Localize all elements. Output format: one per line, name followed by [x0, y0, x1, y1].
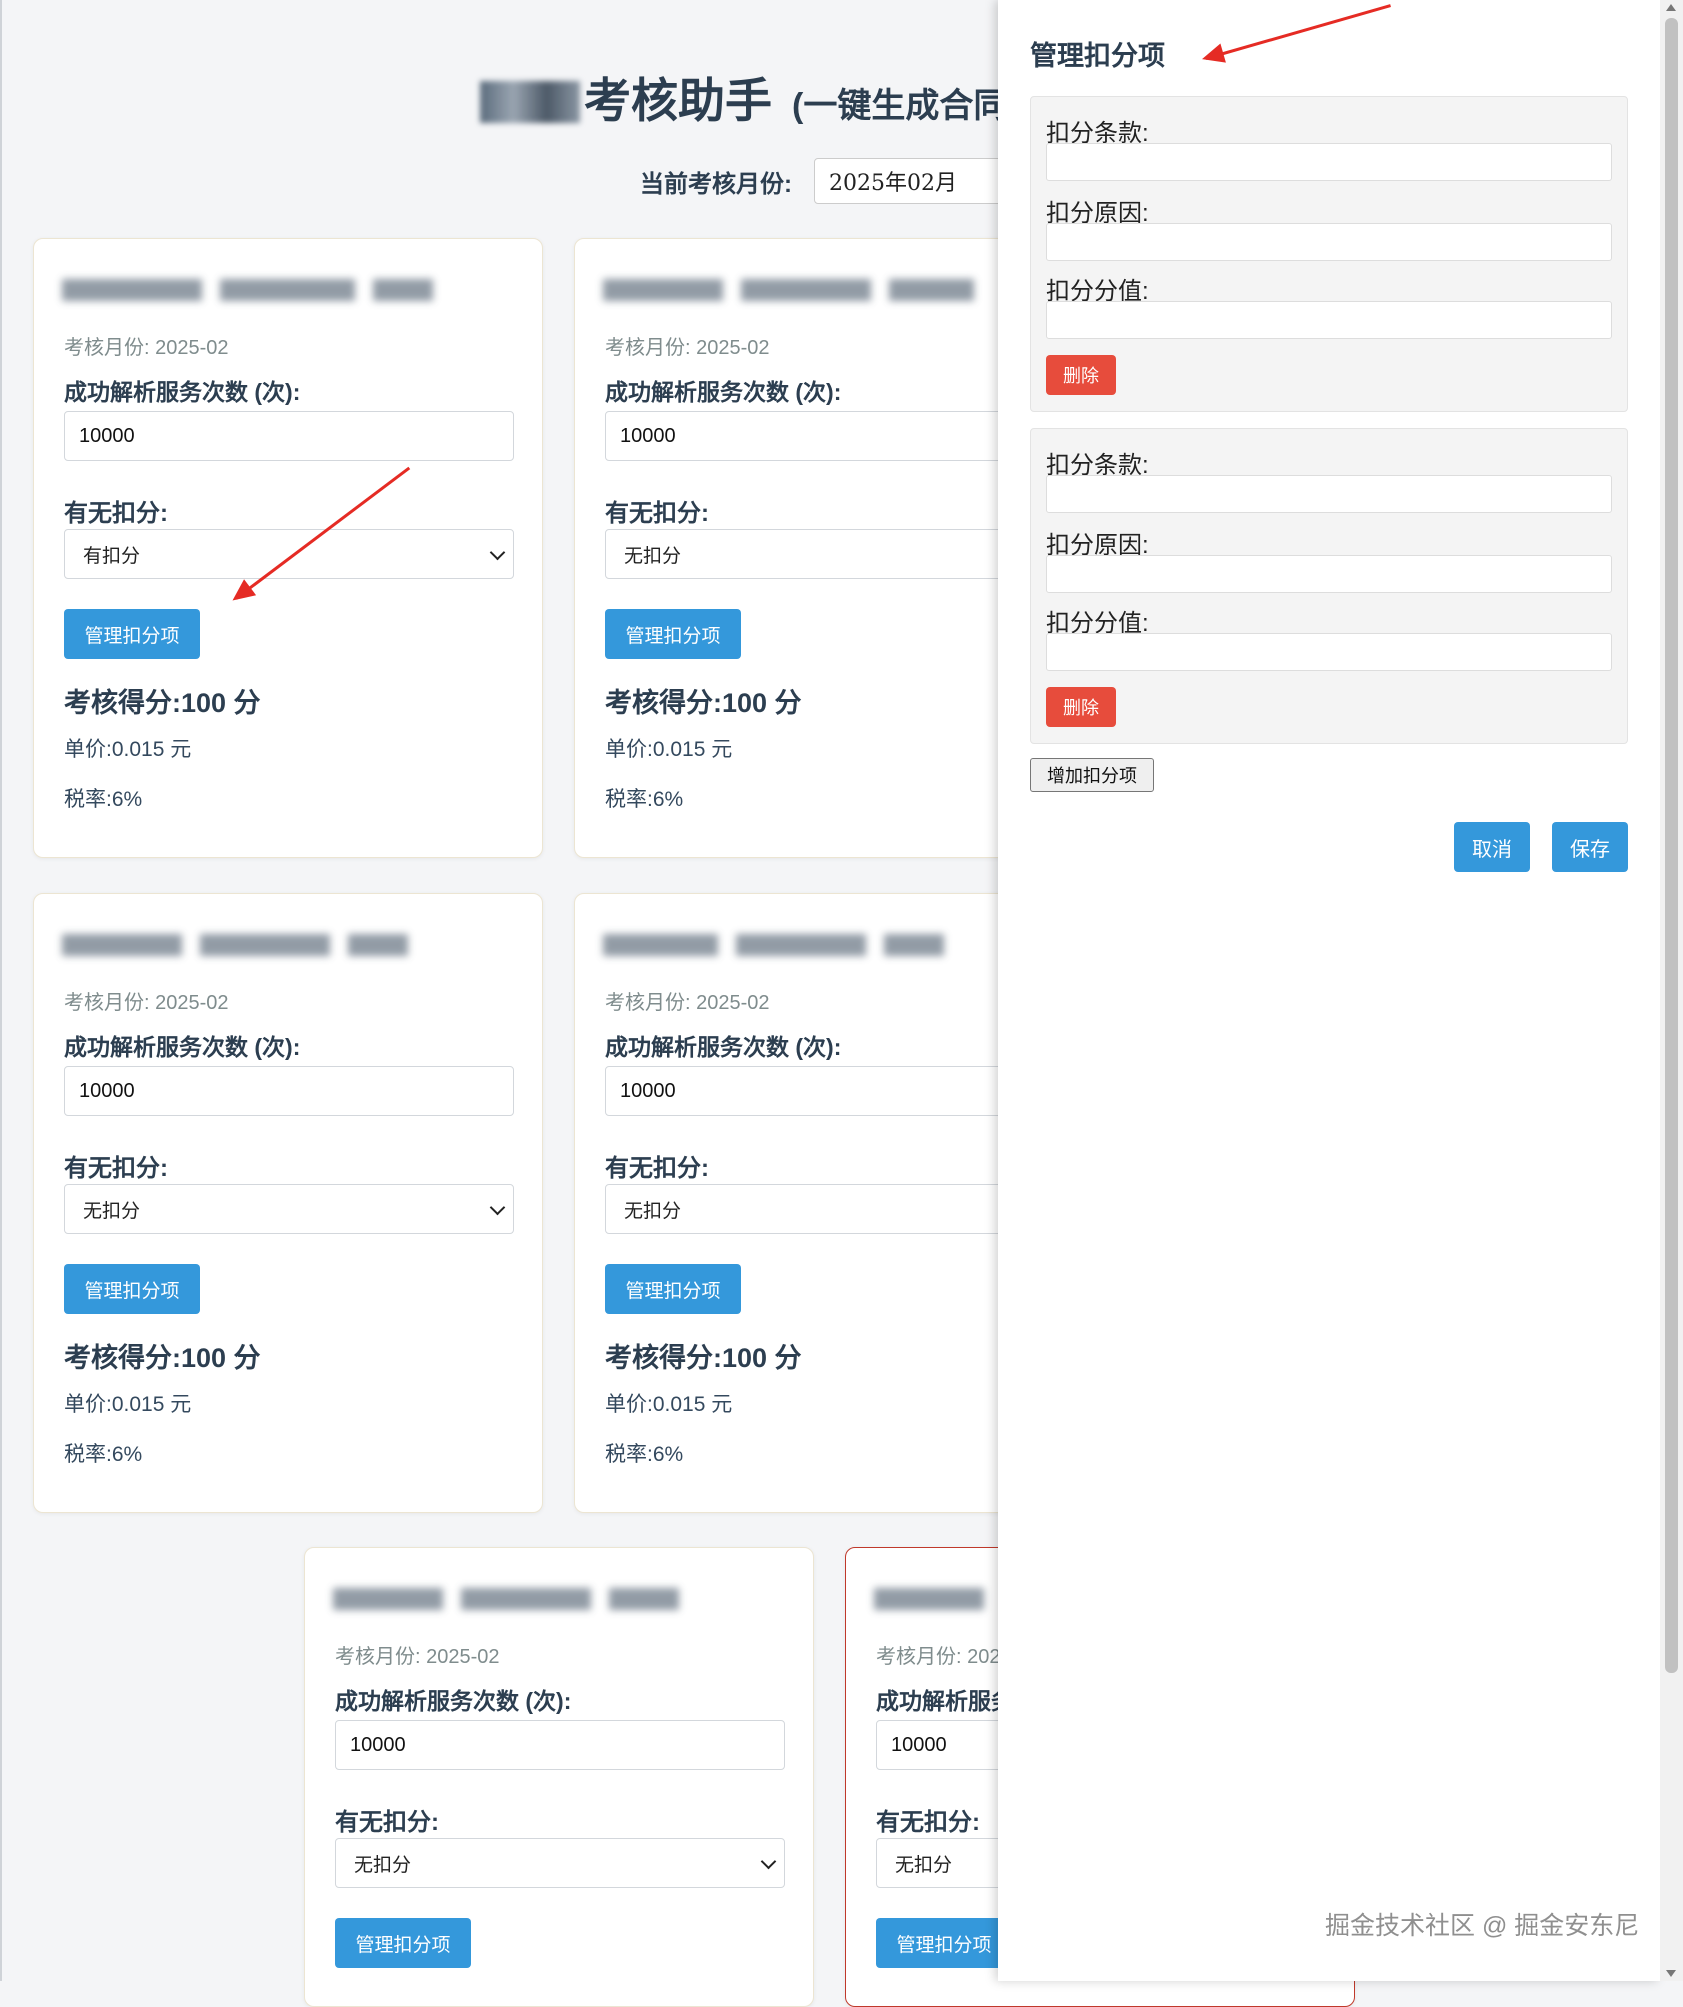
count-input[interactable]: 10000	[335, 1720, 785, 1770]
value-input[interactable]	[1046, 633, 1612, 671]
score-text: 考核得分:100 分	[64, 688, 261, 718]
score-text: 考核得分:100 分	[605, 688, 802, 718]
deduction-value: 无扣分	[354, 1854, 412, 1876]
count-input[interactable]: 10000	[64, 1066, 514, 1116]
contract-card: 考核月份: 2025-02 成功解析服务次数 (次): 10000 有无扣分: …	[304, 1547, 814, 2007]
redacted-card-name	[603, 275, 974, 305]
deduction-label: 有无扣分:	[64, 500, 168, 527]
reason-input[interactable]	[1046, 223, 1612, 261]
deduction-value: 无扣分	[624, 545, 682, 567]
watermark: 掘金技术社区 @ 掘金安东尼	[1325, 1912, 1640, 1940]
add-deduction-button[interactable]: 增加扣分项	[1030, 758, 1154, 792]
redacted-title-prefix	[480, 81, 580, 123]
deduction-select[interactable]: 无扣分	[64, 1184, 514, 1234]
deduction-label: 有无扣分:	[605, 500, 709, 527]
manage-deductions-panel: 管理扣分项 扣分条款: 扣分原因: 扣分分值: 删除 扣分条款: 扣分原因: 扣…	[998, 0, 1660, 1981]
deduction-value: 无扣分	[83, 1200, 141, 1222]
redacted-card-name	[874, 1584, 984, 1614]
manage-deductions-button[interactable]: 管理扣分项	[605, 1264, 741, 1314]
contract-card: 考核月份: 2025-02 成功解析服务次数 (次): 10000 有无扣分: …	[33, 238, 543, 858]
month-selector: 当前考核月份: 2025年02月	[640, 158, 1034, 204]
tax-rate-text: 税率:6%	[605, 788, 684, 811]
save-button[interactable]: 保存	[1552, 822, 1628, 872]
manage-deductions-button[interactable]: 管理扣分项	[64, 609, 200, 659]
cancel-button[interactable]: 取消	[1454, 822, 1530, 872]
value-input[interactable]	[1046, 301, 1612, 339]
tax-rate-text: 税率:6%	[64, 1443, 143, 1466]
vertical-scrollbar[interactable]	[1660, 0, 1683, 1981]
delete-item-button[interactable]: 删除	[1046, 687, 1116, 727]
card-month: 考核月份: 2025-02	[335, 1646, 500, 1668]
manage-deductions-button[interactable]: 管理扣分项	[335, 1918, 471, 1968]
card-month: 考核月份: 2025-02	[64, 337, 229, 359]
count-label: 成功解析服务次数 (次):	[335, 1688, 572, 1714]
deduction-item: 扣分条款: 扣分原因: 扣分分值: 删除	[1030, 428, 1628, 744]
unit-price-text: 单价:0.015 元	[605, 738, 733, 761]
chevron-down-icon	[489, 1199, 506, 1216]
deduction-label: 有无扣分:	[876, 1809, 980, 1836]
contract-card: 考核月份: 2025-02 成功解析服务次数 (次): 10000 有无扣分: …	[33, 893, 543, 1513]
score-text: 考核得分:100 分	[64, 1343, 261, 1373]
deduction-select[interactable]: 无扣分	[605, 1184, 1055, 1234]
score-text: 考核得分:100 分	[605, 1343, 802, 1373]
count-label: 成功解析服务次数 (次):	[64, 1034, 301, 1060]
tax-rate-text: 税率:6%	[605, 1443, 684, 1466]
deduction-label: 有无扣分:	[64, 1155, 168, 1182]
reason-input[interactable]	[1046, 555, 1612, 593]
count-input[interactable]: 10000	[605, 411, 1055, 461]
count-label: 成功解析服务次数 (次):	[605, 1034, 842, 1060]
page-subtitle: (一键生成合同	[792, 87, 1008, 125]
deduction-value: 无扣分	[624, 1200, 682, 1222]
manage-deductions-button[interactable]: 管理扣分项	[876, 1918, 1012, 1968]
month-label: 当前考核月份:	[640, 170, 792, 198]
deduction-label: 有无扣分:	[605, 1155, 709, 1182]
card-month: 考核月份: 2025-02	[605, 337, 770, 359]
deduction-select[interactable]: 无扣分	[605, 529, 1055, 579]
count-input[interactable]: 10000	[605, 1066, 1055, 1116]
clause-input[interactable]	[1046, 143, 1612, 181]
redacted-card-name	[603, 930, 944, 960]
deduction-label: 有无扣分:	[335, 1809, 439, 1836]
clause-input[interactable]	[1046, 475, 1612, 513]
deduction-value: 无扣分	[895, 1854, 953, 1876]
month-value: 2025年02月	[829, 171, 957, 196]
deduction-item: 扣分条款: 扣分原因: 扣分分值: 删除	[1030, 96, 1628, 412]
page-title: 考核助手 (一键生成合同	[480, 62, 1007, 131]
unit-price-text: 单价:0.015 元	[605, 1393, 733, 1416]
scroll-thumb[interactable]	[1665, 18, 1678, 1673]
redacted-card-name	[333, 1584, 679, 1614]
count-label: 成功解析服务次数 (次):	[64, 379, 301, 405]
scroll-up-icon[interactable]	[1666, 4, 1676, 11]
tax-rate-text: 税率:6%	[64, 788, 143, 811]
count-label: 成功解析服务次数 (次):	[605, 379, 842, 405]
chevron-down-icon	[760, 1853, 777, 1870]
card-month: 考核月份: 2025-02	[64, 992, 229, 1014]
scroll-down-icon[interactable]	[1666, 1970, 1676, 1977]
deduction-value: 有扣分	[83, 545, 141, 567]
redacted-card-name	[62, 930, 408, 960]
manage-deductions-button[interactable]: 管理扣分项	[64, 1264, 200, 1314]
chevron-down-icon	[489, 544, 506, 561]
page-title-text: 考核助手	[584, 74, 772, 127]
delete-item-button[interactable]: 删除	[1046, 355, 1116, 395]
deduction-select[interactable]: 无扣分	[335, 1838, 785, 1888]
count-input[interactable]: 10000	[64, 411, 514, 461]
manage-deductions-button[interactable]: 管理扣分项	[605, 609, 741, 659]
redacted-card-name	[62, 275, 433, 305]
window-left-border	[0, 0, 2, 1981]
unit-price-text: 单价:0.015 元	[64, 1393, 192, 1416]
card-month: 考核月份: 2025-02	[605, 992, 770, 1014]
panel-title: 管理扣分项	[1030, 41, 1165, 71]
unit-price-text: 单价:0.015 元	[64, 738, 192, 761]
deduction-select[interactable]: 有扣分	[64, 529, 514, 579]
